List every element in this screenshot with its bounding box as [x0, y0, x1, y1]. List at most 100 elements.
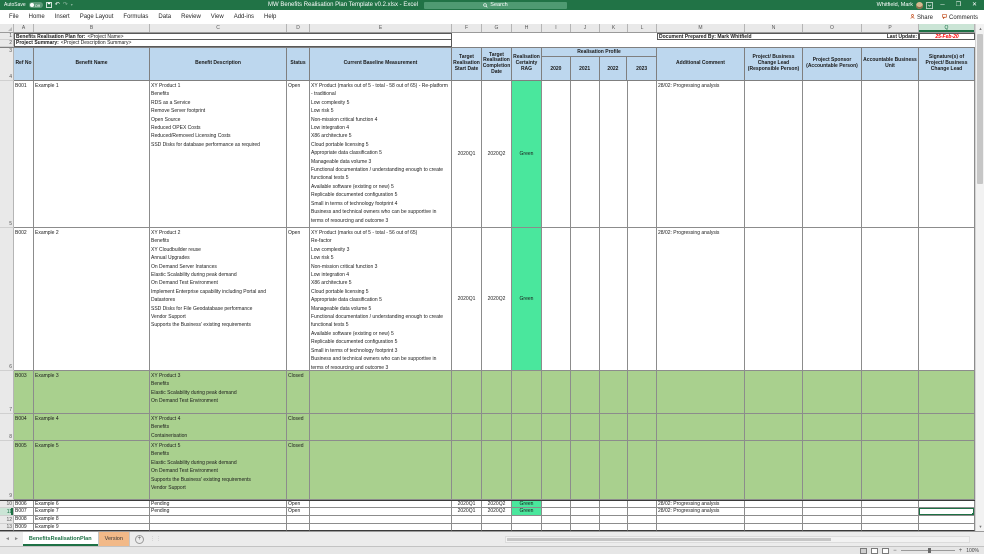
header-business-unit[interactable]: Accountable Business Unit — [862, 48, 919, 81]
normal-view-icon[interactable] — [860, 548, 867, 554]
cell-P10[interactable] — [862, 501, 919, 508]
cell-P8[interactable] — [862, 414, 919, 441]
zoom-level[interactable]: 100% — [966, 548, 979, 554]
cell-J6[interactable] — [571, 228, 600, 371]
cell-C5[interactable]: XY Product 1 Benefits RDS as a Service R… — [150, 81, 287, 228]
cell-H5[interactable]: Green — [512, 81, 542, 228]
search-input[interactable]: Search — [424, 2, 567, 9]
header-benefit-name[interactable]: Benefit Name — [34, 48, 150, 81]
cell-N5[interactable] — [745, 81, 803, 228]
cell-Q12[interactable] — [919, 516, 975, 524]
cell-Q13[interactable] — [919, 524, 975, 531]
cell-last-update-date[interactable]: 25-Feb-20 — [919, 33, 975, 40]
cell-F13[interactable] — [452, 524, 482, 531]
cell-I11[interactable] — [542, 508, 571, 516]
cell-project-summary[interactable]: Project Summary: <Project Description Su… — [14, 40, 452, 47]
cell-D10[interactable]: Open — [287, 501, 310, 508]
cell-M9[interactable] — [657, 441, 745, 500]
cell-F7[interactable] — [452, 371, 482, 414]
column-header-D[interactable]: D — [287, 24, 310, 32]
cell-C13[interactable] — [150, 524, 287, 531]
cell-A12[interactable]: B008 — [14, 516, 34, 524]
cell-A9[interactable]: B005 — [14, 441, 34, 500]
header-benefit-description[interactable]: Benefit Description — [150, 48, 287, 81]
cell-O12[interactable] — [803, 516, 862, 524]
header-year-2020[interactable]: 2020 — [542, 57, 571, 80]
cell-I6[interactable] — [542, 228, 571, 371]
cell-F11[interactable]: 2020Q1 — [452, 508, 482, 516]
cell-J10[interactable] — [571, 501, 600, 508]
cell-J7[interactable] — [571, 371, 600, 414]
header-additional-comment[interactable]: Additional Comment — [657, 48, 745, 81]
cell-K11[interactable] — [600, 508, 628, 516]
cell-G11[interactable]: 2020Q2 — [482, 508, 512, 516]
header-completion-date[interactable]: Target Realisation Completion Date — [482, 48, 512, 81]
cell-J11[interactable] — [571, 508, 600, 516]
header-signature[interactable]: Signature(s) of Project/ Business Change… — [919, 48, 975, 81]
column-header-F[interactable]: F — [452, 24, 482, 32]
column-header-N[interactable]: N — [745, 24, 803, 32]
header-ref-no[interactable]: Ref No — [14, 48, 34, 81]
cell-Q6[interactable] — [919, 228, 975, 371]
column-header-E[interactable]: E — [310, 24, 452, 32]
cell-D13[interactable] — [287, 524, 310, 531]
row-header-8[interactable]: 8 — [0, 414, 14, 441]
header-realisation-profile[interactable]: Realisation Profile — [542, 48, 656, 57]
info-row-1-cells[interactable]: Benefits Realisation Plan for: <Project … — [14, 33, 975, 40]
cell-C7[interactable]: XY Product 3 Benefits Elastic Scalabilit… — [150, 371, 287, 414]
menu-tab-file[interactable]: File — [4, 10, 24, 24]
cell-M7[interactable] — [657, 371, 745, 414]
info-row-2-cells[interactable]: Project Summary: <Project Description Su… — [14, 40, 975, 47]
cell-B10[interactable]: Example 6 — [34, 501, 150, 508]
cell-A7[interactable]: B003 — [14, 371, 34, 414]
cell-P5[interactable] — [862, 81, 919, 228]
cell-O11[interactable] — [803, 508, 862, 516]
avatar[interactable] — [916, 2, 923, 9]
menu-tab-insert[interactable]: Insert — [50, 10, 75, 24]
cell-prepared-by[interactable]: Document Prepared By: Mark Whitfield Las… — [657, 33, 919, 40]
horizontal-scroll-thumb[interactable] — [507, 538, 831, 541]
vertical-scrollbar[interactable]: ▲ ▼ — [975, 24, 984, 531]
undo-icon[interactable]: ↶ — [55, 0, 60, 10]
cell-K7[interactable] — [600, 371, 628, 414]
cell-J9[interactable] — [571, 441, 600, 500]
sheet-nav-right-icon[interactable]: ► — [14, 536, 19, 542]
cell-P11[interactable] — [862, 508, 919, 516]
cell-K9[interactable] — [600, 441, 628, 500]
row-header-10[interactable]: 10 — [0, 501, 14, 508]
cell-E7[interactable] — [310, 371, 452, 414]
horizontal-scrollbar[interactable] — [505, 536, 970, 543]
cell-B7[interactable]: Example 3 — [34, 371, 150, 414]
column-header-O[interactable]: O — [803, 24, 862, 32]
cell-L10[interactable] — [628, 501, 657, 508]
cell-B6[interactable]: Example 2 — [34, 228, 150, 371]
cell-F5[interactable]: 2020Q1 — [452, 81, 482, 228]
cell-Q5[interactable] — [919, 81, 975, 228]
row-header-9[interactable]: 9 — [0, 441, 14, 500]
cell-K12[interactable] — [600, 516, 628, 524]
cell-O10[interactable] — [803, 501, 862, 508]
column-header-H[interactable]: H — [512, 24, 542, 32]
column-header-I[interactable]: I — [542, 24, 571, 32]
cell-E8[interactable] — [310, 414, 452, 441]
page-break-view-icon[interactable] — [882, 548, 889, 554]
cell-N12[interactable] — [745, 516, 803, 524]
cell-O9[interactable] — [803, 441, 862, 500]
cell-O13[interactable] — [803, 524, 862, 531]
cell-B13[interactable]: Example 9 — [34, 524, 150, 531]
cell-F6[interactable]: 2020Q1 — [452, 228, 482, 371]
cell-C10[interactable]: Pending — [150, 501, 287, 508]
cell-A10[interactable]: B006 — [14, 501, 34, 508]
row-header-7[interactable]: 7 — [0, 371, 14, 414]
cell-J5[interactable] — [571, 81, 600, 228]
cell-N10[interactable] — [745, 501, 803, 508]
cell-N6[interactable] — [745, 228, 803, 371]
cell-G9[interactable] — [482, 441, 512, 500]
minimize-button[interactable]: ─ — [936, 0, 949, 10]
cell-M12[interactable] — [657, 516, 745, 524]
restore-button[interactable]: ❐ — [952, 0, 965, 10]
cell-E5[interactable]: XY Product (marks out of 5 - total - 58 … — [310, 81, 452, 228]
redo-icon[interactable]: ↷ — [63, 0, 68, 10]
cell-P7[interactable] — [862, 371, 919, 414]
column-header-K[interactable]: K — [600, 24, 628, 32]
